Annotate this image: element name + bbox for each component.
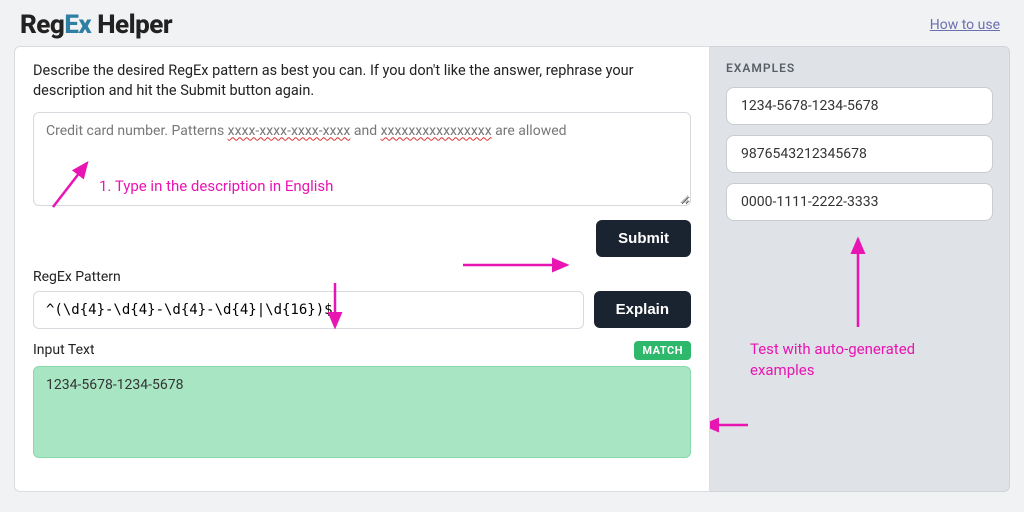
logo-reg: Reg [20, 10, 64, 40]
input-label-row: Input Text MATCH [33, 341, 691, 360]
match-badge: MATCH [634, 341, 691, 360]
desc-pattern1: xxxx-xxxx-xxxx-xxxx [228, 123, 351, 139]
resize-handle-icon[interactable] [678, 193, 688, 203]
annotation-test: Test with auto-generated examples [750, 339, 970, 381]
main-panel: Describe the desired RegEx pattern as be… [14, 46, 710, 492]
app-logo: RegEx Helper [20, 10, 172, 40]
example-item[interactable]: 1234-5678-1234-5678 [726, 87, 993, 125]
pattern-label: RegEx Pattern [33, 269, 691, 285]
description-input[interactable]: Credit card number. Patterns xxxx-xxxx-x… [33, 112, 691, 206]
submit-button[interactable]: Submit [596, 220, 691, 257]
logo-helper: Helper [91, 10, 172, 40]
input-text-area[interactable]: 1234-5678-1234-5678 [33, 366, 691, 458]
example-item[interactable]: 0000-1111-2222-3333 [726, 183, 993, 221]
pattern-label-text: RegEx Pattern [33, 269, 121, 285]
examples-panel: EXAMPLES 1234-5678-1234-5678 98765432123… [710, 46, 1010, 492]
examples-heading: EXAMPLES [726, 61, 993, 75]
instructions-text: Describe the desired RegEx pattern as be… [33, 61, 691, 102]
desc-mid: and [350, 123, 380, 139]
regex-pattern-input[interactable] [33, 291, 584, 329]
example-item[interactable]: 9876543212345678 [726, 135, 993, 173]
desc-pre: Credit card number. Patterns [46, 123, 228, 139]
input-label-text: Input Text [33, 342, 95, 358]
input-text-value: 1234-5678-1234-5678 [46, 377, 184, 393]
explain-button[interactable]: Explain [594, 291, 691, 328]
desc-pattern2: xxxxxxxxxxxxxxxx [381, 123, 492, 139]
how-to-use-link[interactable]: How to use [930, 17, 1000, 33]
logo-ex: Ex [64, 10, 91, 40]
desc-post: are allowed [492, 123, 567, 139]
